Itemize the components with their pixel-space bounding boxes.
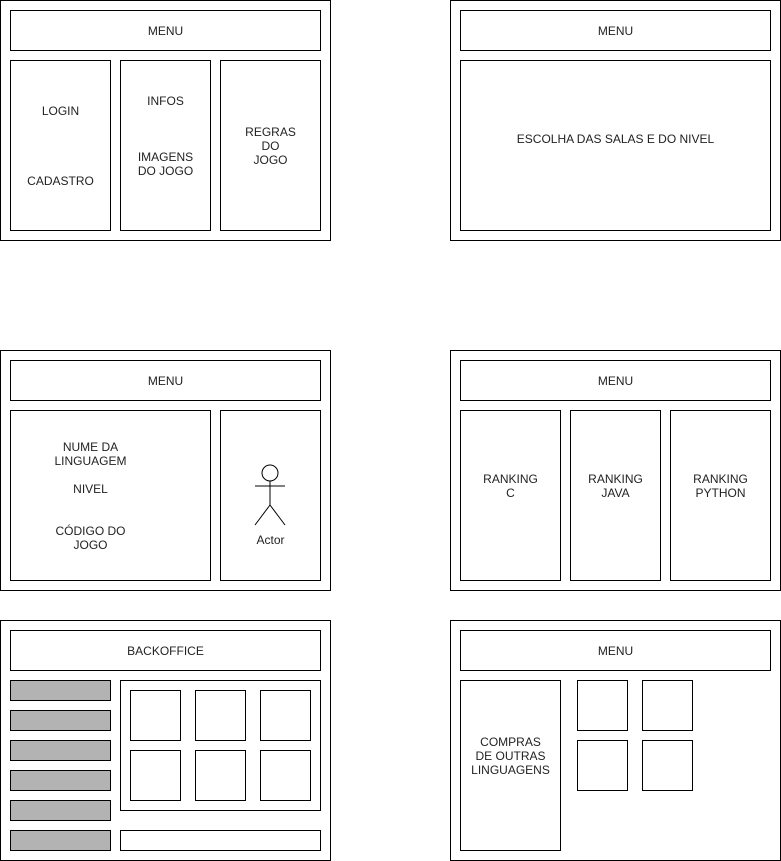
rules-label: REGRAS DO JOGO — [245, 125, 296, 167]
room-level-label: ESCOLHA DAS SALAS E DO NIVEL — [516, 132, 715, 146]
language-name-label: NUME DA LINGUAGEM — [54, 440, 127, 468]
backoffice-bar[interactable]: BACKOFFICE — [10, 630, 321, 671]
menu-bar[interactable]: MENU — [10, 360, 321, 401]
grid-tile[interactable] — [260, 690, 311, 741]
menu-label: MENU — [597, 373, 634, 388]
game-images-label: IMAGENS DO JOGO — [137, 150, 194, 178]
sidebar-item[interactable] — [10, 740, 111, 761]
sidebar-item[interactable] — [10, 710, 111, 731]
login-panel: LOGIN CADASTRO — [10, 60, 111, 231]
sidebar-item[interactable] — [10, 830, 111, 851]
ranking-python-panel[interactable]: RANKING PYTHON — [670, 410, 771, 581]
store-tile[interactable] — [577, 680, 628, 731]
grid-tile[interactable] — [130, 750, 181, 801]
grid-tile[interactable] — [260, 750, 311, 801]
ranking-c-panel[interactable]: RANKING C — [460, 410, 561, 581]
info-panel: INFOS IMAGENS DO JOGO — [120, 60, 211, 231]
menu-label: MENU — [597, 23, 634, 38]
menu-bar[interactable]: MENU — [10, 10, 321, 51]
store-tile[interactable] — [642, 680, 693, 731]
grid-tile[interactable] — [130, 690, 181, 741]
cadastro-label[interactable]: CADASTRO — [11, 174, 110, 188]
ranking-java-panel[interactable]: RANKING JAVA — [570, 410, 661, 581]
login-label[interactable]: LOGIN — [11, 104, 110, 118]
rules-panel: REGRAS DO JOGO — [220, 60, 321, 231]
grid-tile[interactable] — [195, 690, 246, 741]
menu-label: MENU — [597, 643, 634, 658]
purchase-panel[interactable]: COMPRAS DE OUTRAS LINGUAGENS — [460, 680, 561, 851]
menu-bar[interactable]: MENU — [460, 360, 771, 401]
store-tile[interactable] — [577, 740, 628, 791]
ranking-python-label: RANKING PYTHON — [693, 472, 748, 500]
grid-tile[interactable] — [195, 750, 246, 801]
level-label: NIVEL — [73, 482, 108, 496]
menu-bar[interactable]: MENU — [460, 10, 771, 51]
game-info-panel: NUME DA LINGUAGEM NIVEL CÓDIGO DO JOGO — [10, 410, 211, 581]
backoffice-label: BACKOFFICE — [127, 643, 204, 658]
menu-label: MENU — [147, 23, 184, 38]
infos-label: INFOS — [147, 94, 184, 108]
game-code-label: CÓDIGO DO JOGO — [55, 524, 126, 552]
menu-label: MENU — [147, 373, 184, 388]
sidebar-item[interactable] — [10, 800, 111, 821]
actor-label: Actor — [256, 533, 285, 547]
purchase-label: COMPRAS DE OUTRAS LINGUAGENS — [471, 735, 550, 777]
ranking-c-label: RANKING C — [483, 472, 538, 500]
sidebar-item[interactable] — [10, 680, 111, 701]
store-tile[interactable] — [642, 740, 693, 791]
actor-icon — [254, 464, 286, 526]
room-level-panel[interactable]: ESCOLHA DAS SALAS E DO NIVEL — [460, 60, 771, 231]
actor-panel: Actor — [220, 410, 321, 581]
sidebar-item[interactable] — [10, 770, 111, 791]
ranking-java-label: RANKING JAVA — [588, 472, 643, 500]
menu-bar[interactable]: MENU — [460, 630, 771, 671]
footer-bar[interactable] — [120, 830, 321, 851]
